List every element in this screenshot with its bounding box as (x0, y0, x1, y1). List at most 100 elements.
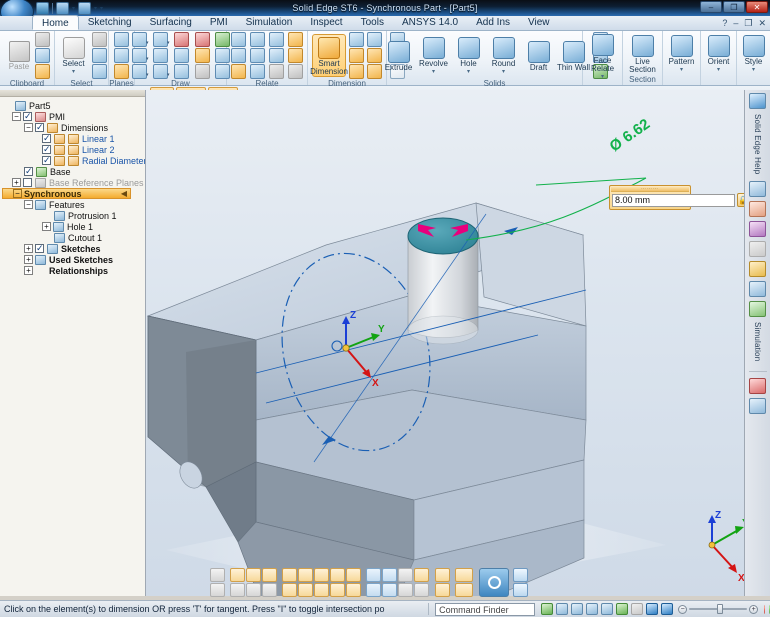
checkbox-linear-1[interactable] (42, 133, 51, 144)
symmetry-axis-icon[interactable] (173, 64, 189, 79)
tab-tools[interactable]: Tools (352, 15, 393, 30)
checkbox-base-ref-planes[interactable] (23, 178, 32, 187)
solid-edge-help-tab[interactable]: Solid Edge Help (753, 114, 762, 174)
help-icon[interactable]: ? (722, 18, 727, 29)
checkbox-dimensions[interactable] (35, 122, 44, 133)
simulation-icon[interactable] (749, 301, 766, 318)
pick-button[interactable] (398, 567, 413, 582)
customize-qat-icon[interactable]: ▾ (100, 5, 103, 12)
checkbox-linear-2[interactable] (42, 144, 51, 155)
tangent-icon[interactable] (269, 32, 284, 47)
paste-button[interactable]: Paste (4, 40, 34, 71)
close-button[interactable]: ✕ (746, 1, 768, 13)
hidden-edges-button[interactable] (246, 582, 261, 597)
horizontal-vertical-icon[interactable] (231, 48, 246, 63)
expander-base-ref-planes[interactable]: + (12, 178, 21, 187)
window-toggle-button[interactable] (513, 582, 528, 597)
select-filter-icon[interactable] (91, 48, 107, 63)
measure-angle-button[interactable] (455, 582, 473, 597)
expander-features[interactable]: − (24, 200, 33, 209)
tab-simulation[interactable]: Simulation (237, 15, 302, 30)
iso-view-button[interactable] (282, 567, 297, 582)
expander-sketches[interactable]: + (24, 244, 33, 253)
undo-icon[interactable] (56, 1, 69, 15)
chamfer-icon[interactable] (194, 48, 210, 63)
fit-view-button[interactable] (346, 567, 361, 582)
angled-plane-icon[interactable] (114, 64, 129, 79)
round-button[interactable]: Round ▾ (487, 35, 521, 76)
tree-row-protrusion-1[interactable]: Protrusion 1 (2, 210, 145, 221)
shaded-icon[interactable] (646, 603, 659, 615)
dimension-lock-button[interactable]: 🔓 (737, 193, 744, 207)
rotate-icon[interactable] (616, 603, 629, 615)
line-icon[interactable]: ▾ (131, 32, 149, 47)
checkbox-sketches[interactable] (35, 243, 44, 254)
sensors-icon[interactable] (749, 221, 766, 238)
view-zx-button[interactable] (330, 567, 345, 582)
sketch-plane-alt-button[interactable] (414, 582, 429, 597)
tab-add-ins[interactable]: Add Ins (467, 15, 519, 30)
maximize-button[interactable]: ❐ (723, 1, 745, 13)
tree-row-synchronous[interactable]: − Synchronous ◀ (2, 188, 131, 199)
style-button[interactable]: Style ▾ (737, 33, 770, 74)
measure-distance-button[interactable] (455, 567, 473, 582)
expander-pmi[interactable]: − (12, 112, 21, 121)
pan-icon[interactable] (601, 603, 614, 615)
copy-icon[interactable] (35, 48, 50, 63)
orient-button[interactable]: Orient ▾ (702, 33, 736, 74)
view-yz-back-button[interactable] (314, 582, 329, 597)
tree-row-used-sketches[interactable]: + Used Sketches (2, 254, 145, 265)
coincident-plane-icon[interactable] (114, 32, 129, 47)
arc-icon[interactable]: ▾ (152, 32, 170, 47)
checkbox-radial-diameter-1[interactable] (42, 155, 51, 166)
zoom-out-button[interactable]: − (678, 604, 688, 614)
rigid-set-icon[interactable] (269, 64, 284, 79)
redo-dropdown-icon[interactable]: ▾ (94, 5, 97, 12)
visible-edges-button[interactable] (262, 567, 277, 582)
engineering-reference-icon[interactable] (749, 281, 766, 298)
clip-plane-button[interactable] (366, 567, 381, 582)
undo-view-button[interactable] (210, 567, 225, 582)
view-xy-back-button[interactable] (298, 582, 313, 597)
checkbox-pmi[interactable] (23, 111, 32, 122)
dimension-value-editor[interactable]: ⋯⋯⋯ 🔓 (609, 185, 744, 210)
shaded-button[interactable] (230, 567, 245, 582)
grid-toggle-button[interactable] (513, 567, 528, 582)
view-xy-button[interactable] (298, 567, 313, 582)
polygon-icon[interactable]: ▾ (152, 64, 170, 79)
render-button[interactable] (382, 567, 397, 582)
concentric-icon[interactable] (231, 64, 246, 79)
fit-icon[interactable] (556, 603, 569, 615)
family-of-parts-icon[interactable] (749, 241, 766, 258)
equal-icon[interactable] (250, 48, 265, 63)
synchronous-collapse-icon[interactable]: ◀ (121, 189, 130, 198)
sheet-metal-icon[interactable] (749, 377, 766, 394)
zoom-slider-thumb[interactable] (717, 604, 724, 614)
expander-hole-1[interactable]: + (42, 222, 51, 231)
tree-row-cutout-1[interactable]: Cutout 1 (2, 232, 145, 243)
help-icon[interactable] (749, 93, 766, 109)
expander-relationships[interactable]: + (24, 266, 33, 275)
visible-edges-icon[interactable] (661, 603, 674, 615)
layers-icon[interactable] (749, 201, 766, 218)
curve-icon[interactable] (152, 48, 168, 63)
save-icon[interactable] (36, 1, 49, 15)
silhouette-button[interactable] (262, 582, 277, 597)
select-all-icon[interactable] (91, 32, 107, 47)
distance-between-icon[interactable] (349, 32, 364, 47)
face-relate-button[interactable]: Face Relate ▾ (586, 32, 620, 81)
save-view-button[interactable] (210, 582, 225, 597)
shaded-edges-button[interactable] (246, 567, 261, 582)
select-tool-icon[interactable] (541, 603, 554, 615)
trim-icon[interactable] (173, 32, 189, 47)
expander-used-sketches[interactable]: + (24, 255, 33, 264)
circle-icon[interactable]: ▾ (131, 64, 149, 79)
command-finder-input[interactable]: Command Finder (435, 602, 536, 616)
tab-view[interactable]: View (519, 15, 559, 30)
tree-row-root[interactable]: Part5 (2, 100, 145, 111)
tree-row-features[interactable]: − Features (2, 199, 145, 210)
section-edit-button[interactable] (366, 582, 381, 597)
tab-surfacing[interactable]: Surfacing (141, 15, 201, 30)
checkbox-base[interactable] (24, 166, 33, 177)
tree-row-linear-2[interactable]: Linear 2 (2, 144, 145, 155)
